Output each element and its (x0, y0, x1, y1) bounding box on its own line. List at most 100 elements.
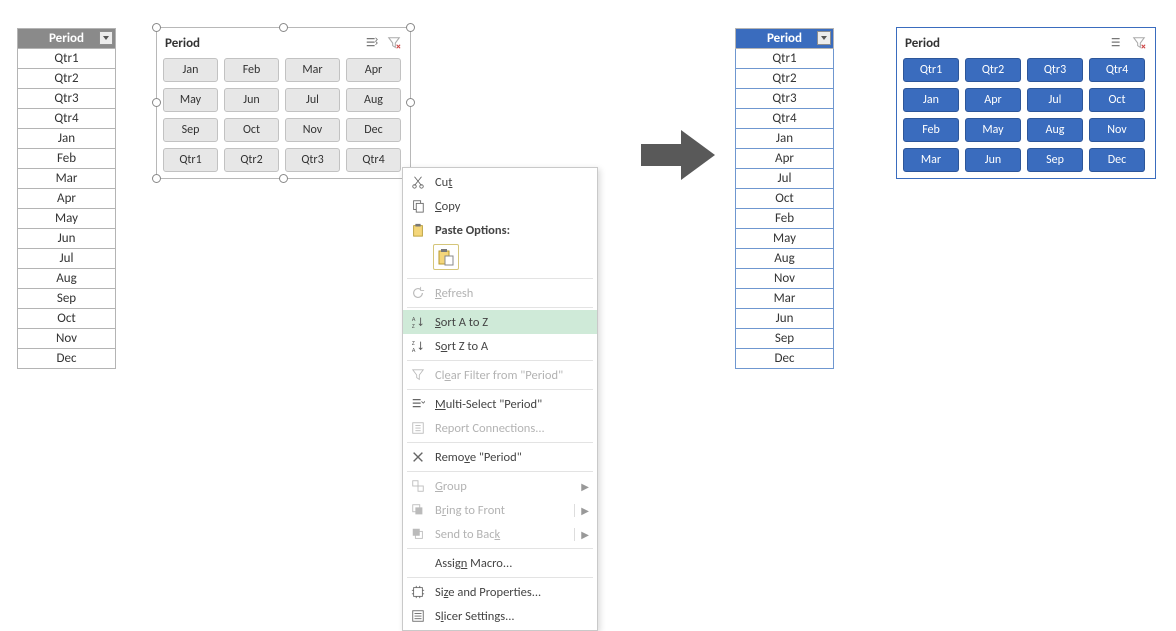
slicer-item[interactable]: Apr (346, 58, 401, 82)
slicer-item[interactable]: Jan (163, 58, 218, 82)
column-header-period[interactable]: Period (736, 29, 834, 49)
resize-handle[interactable] (279, 23, 288, 32)
table-period-right: Period Qtr1 Qtr2 Qtr3 Qtr4 Jan Apr Jul O… (735, 28, 834, 369)
menu-label: Send to Back (435, 527, 500, 542)
menu-label: Refresh (435, 286, 473, 301)
table-cell: May (736, 229, 834, 249)
slicer-item[interactable]: Dec (1089, 148, 1145, 172)
table-cell: Sep (18, 289, 116, 309)
table-cell: Qtr4 (736, 109, 834, 129)
table-cell: Jun (736, 309, 834, 329)
paste-option-button[interactable] (433, 244, 459, 270)
resize-handle[interactable] (406, 98, 415, 107)
resize-handle[interactable] (152, 98, 161, 107)
table-cell: Mar (18, 169, 116, 189)
table-cell: Feb (18, 149, 116, 169)
table-cell: Aug (736, 249, 834, 269)
slicer-item[interactable]: Jun (965, 148, 1021, 172)
menu-label: Size and Properties... (435, 585, 541, 600)
menu-separator (407, 307, 593, 308)
slicer-item[interactable]: Aug (346, 88, 401, 112)
table-cell: Sep (736, 329, 834, 349)
slicer-item[interactable]: Jun (224, 88, 279, 112)
slicer-settings-icon (409, 607, 427, 625)
slicer-period-right[interactable]: Period Qtr1 Qtr2 Qtr3 Qtr4 Jan Apr Jul O… (896, 27, 1156, 179)
slicer-item[interactable]: Feb (903, 118, 959, 142)
resize-handle[interactable] (152, 174, 161, 183)
slicer-item[interactable]: Qtr4 (1089, 58, 1145, 82)
slicer-item[interactable]: Dec (346, 118, 401, 142)
slicer-item[interactable]: Aug (1027, 118, 1083, 142)
menu-label: Bring to Front (435, 503, 505, 518)
paste-options-row (403, 242, 597, 276)
menu-copy[interactable]: Copy (403, 194, 597, 218)
table-cell: Mar (736, 289, 834, 309)
table-cell: Jan (736, 129, 834, 149)
menu-label: Assign Macro... (435, 556, 512, 571)
slicer-item[interactable]: Jul (1027, 88, 1083, 112)
menu-assign-macro[interactable]: Assign Macro... (403, 551, 597, 575)
slicer-item[interactable]: May (163, 88, 218, 112)
menu-label: Sort A to Z (435, 315, 488, 330)
table-cell: Jul (736, 169, 834, 189)
slicer-item[interactable]: Nov (285, 118, 340, 142)
slicer-item[interactable]: Oct (1089, 88, 1145, 112)
menu-cut[interactable]: Cut (403, 170, 597, 194)
slicer-item[interactable]: May (965, 118, 1021, 142)
menu-separator (407, 278, 593, 279)
menu-label: Clear Filter from "Period" (435, 368, 563, 383)
column-header-period[interactable]: Period (18, 29, 116, 49)
slicer-item[interactable]: Qtr2 (965, 58, 1021, 82)
submenu-arrow-icon: ▶ (581, 480, 589, 493)
slicer-item[interactable]: Oct (224, 118, 279, 142)
menu-sort-az[interactable]: AZ Sort A to Z (403, 310, 597, 334)
dropdown-icon[interactable] (817, 31, 831, 45)
table-cell: Aug (18, 269, 116, 289)
menu-clear-filter: Clear Filter from "Period" (403, 363, 597, 387)
slicer-item[interactable]: Qtr1 (903, 58, 959, 82)
slicer-item[interactable]: Sep (1027, 148, 1083, 172)
slicer-item[interactable]: Mar (285, 58, 340, 82)
slicer-item[interactable]: Qtr3 (1027, 58, 1083, 82)
slicer-item[interactable]: Jan (903, 88, 959, 112)
clear-filter-icon[interactable] (1131, 35, 1147, 51)
slicer-item[interactable]: Qtr3 (285, 148, 340, 172)
slicer-item[interactable]: Qtr2 (224, 148, 279, 172)
menu-sort-za[interactable]: ZA Sort Z to A (403, 334, 597, 358)
resize-handle[interactable] (152, 23, 161, 32)
table-cell: Qtr2 (18, 69, 116, 89)
menu-multi-select[interactable]: Multi-Select "Period" (403, 392, 597, 416)
menu-separator (407, 360, 593, 361)
resize-handle[interactable] (406, 23, 415, 32)
multi-select-icon[interactable] (1109, 35, 1125, 51)
table-cell: Apr (736, 149, 834, 169)
refresh-icon (409, 284, 427, 302)
menu-label: Slicer Settings... (435, 609, 515, 624)
menu-label: Paste Options: (435, 223, 510, 238)
menu-remove[interactable]: Remove "Period" (403, 445, 597, 469)
slicer-item[interactable]: Apr (965, 88, 1021, 112)
slicer-item[interactable]: Jul (285, 88, 340, 112)
menu-report-connections: Report Connections... (403, 416, 597, 440)
table-cell: May (18, 209, 116, 229)
slicer-item[interactable]: Nov (1089, 118, 1145, 142)
slicer-item[interactable]: Feb (224, 58, 279, 82)
clear-filter-icon (409, 366, 427, 384)
multi-select-icon[interactable] (364, 35, 380, 51)
menu-label: Group (435, 479, 467, 494)
slicer-item[interactable]: Sep (163, 118, 218, 142)
menu-label: Remove "Period" (435, 450, 522, 465)
dropdown-icon[interactable] (99, 31, 113, 45)
slicer-period-left[interactable]: Period Jan Feb Mar Apr May Jun Jul Aug S… (156, 27, 411, 179)
menu-size-properties[interactable]: Size and Properties... (403, 580, 597, 604)
menu-refresh: Refresh (403, 281, 597, 305)
menu-slicer-settings[interactable]: Slicer Settings... (403, 604, 597, 628)
slicer-item[interactable]: Qtr4 (346, 148, 401, 172)
table-cell: Qtr1 (736, 49, 834, 69)
menu-send-to-back: Send to Back ▶ (403, 522, 597, 546)
slicer-item[interactable]: Mar (903, 148, 959, 172)
resize-handle[interactable] (279, 174, 288, 183)
clear-filter-icon[interactable] (386, 35, 402, 51)
slicer-item[interactable]: Qtr1 (163, 148, 218, 172)
copy-icon (409, 197, 427, 215)
